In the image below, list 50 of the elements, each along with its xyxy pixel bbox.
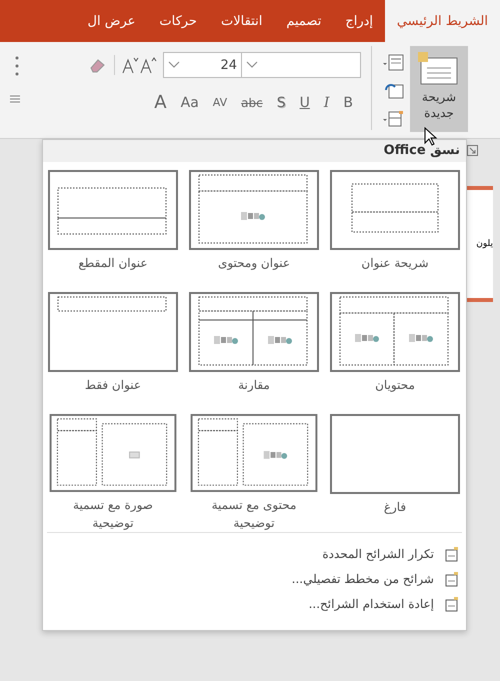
slide-layout-icon (330, 414, 460, 494)
slide-layout-icon (330, 170, 460, 250)
ribbon-tab[interactable]: حركات (147, 0, 209, 42)
layout-option[interactable]: مقارنة (189, 292, 319, 410)
slide-layout-icon (48, 414, 178, 492)
layout-option[interactable]: عنوان فقط (48, 292, 178, 410)
format-button[interactable]: I (322, 94, 332, 110)
slides-icon (444, 596, 460, 612)
layout-option[interactable]: فارغ (330, 414, 460, 532)
slide-layout-icon (189, 414, 319, 492)
format-button[interactable]: abc (239, 96, 265, 110)
slide-layout-icon (189, 170, 319, 250)
format-button[interactable]: U (298, 94, 312, 110)
slides-icon (444, 546, 460, 562)
chevron-down-icon (168, 61, 180, 69)
format-button[interactable]: AV (210, 96, 230, 109)
menu-item[interactable]: إعادة استخدام الشرائح... (43, 591, 466, 616)
font-size-buttons-icon[interactable] (121, 55, 157, 75)
reset-icon[interactable] (382, 82, 404, 100)
slide-text: يلون (476, 239, 493, 249)
new-slide-button[interactable]: شريحة جديدة (410, 46, 468, 132)
section-icon[interactable] (382, 110, 404, 128)
layout-option[interactable]: عنوان المقطع (48, 170, 178, 288)
slides-icon (444, 570, 460, 586)
layout-option[interactable]: عنوان ومحتوى (189, 170, 319, 288)
slide-layout-icon (48, 170, 178, 250)
slide-layout-icon (48, 292, 178, 372)
ribbon-tab[interactable]: عرض ال (76, 0, 148, 42)
align-icon[interactable] (10, 94, 20, 104)
layout-option[interactable]: صورة مع تسمية توضيحية (48, 414, 178, 532)
ribbon-tab[interactable]: الشريط الرئيسي (385, 0, 500, 42)
slide-layout-icon (330, 292, 460, 372)
format-button[interactable]: S (274, 94, 288, 110)
format-button[interactable]: Aa (178, 94, 201, 110)
font-size-field[interactable]: 24 (163, 52, 241, 78)
ribbon-tab[interactable]: إدراج (333, 0, 385, 42)
menu-title: نسق Office (43, 140, 466, 162)
format-button[interactable]: B (341, 94, 355, 110)
slide-icon (418, 52, 460, 86)
slide-layout-icon (189, 292, 319, 372)
format-button[interactable]: A (152, 92, 169, 113)
menu-item[interactable]: تكرار الشرائح المحددة (43, 541, 466, 566)
ribbon-tab[interactable]: انتقالات (208, 0, 274, 42)
chevron-down-icon (246, 61, 258, 69)
layout-icon[interactable] (382, 54, 404, 72)
font-name-field[interactable] (241, 52, 361, 78)
layout-option[interactable]: محتوى مع تسمية توضيحية (189, 414, 319, 532)
ribbon-tab[interactable]: تصميم (274, 0, 334, 42)
dialog-launcher-icon[interactable] (467, 145, 478, 156)
menu-item[interactable]: شرائح من مخطط تفصيلي... (43, 566, 466, 591)
